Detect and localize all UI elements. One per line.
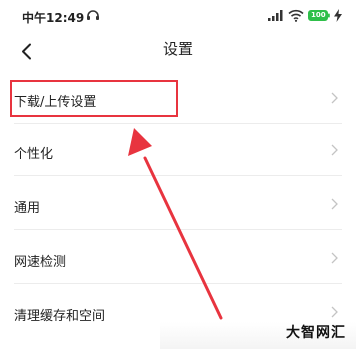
settings-item-label: 下载/上传设置 xyxy=(14,95,97,110)
settings-item-label: 网速检测 xyxy=(14,255,67,270)
divider xyxy=(14,175,342,176)
chevron-right-icon xyxy=(331,198,338,210)
watermark: 大智网汇 xyxy=(286,325,346,341)
settings-item-personalization[interactable]: 个性化 xyxy=(0,126,356,176)
settings-item-download-upload[interactable]: 下载/上传设置 xyxy=(0,74,356,124)
battery-level: 100 xyxy=(311,11,326,19)
divider xyxy=(14,229,342,230)
divider xyxy=(14,283,342,284)
divider xyxy=(14,123,342,124)
page-title: 设置 xyxy=(162,40,193,58)
status-bar: 中午12:49 100 xyxy=(0,0,356,30)
settings-item-label: 清理缓存和空间 xyxy=(14,309,106,324)
wifi-icon xyxy=(288,9,304,22)
settings-item-label: 个性化 xyxy=(14,147,54,162)
headphones-icon xyxy=(87,10,99,20)
chevron-right-icon xyxy=(331,144,338,156)
charge-icon xyxy=(334,9,342,22)
chevron-right-icon xyxy=(331,92,338,104)
status-time: 中午12:49 xyxy=(22,11,85,25)
settings-item-speed-test[interactable]: 网速检测 xyxy=(0,234,356,284)
chevron-right-icon xyxy=(331,306,338,318)
signal-icon xyxy=(268,10,283,21)
chevron-right-icon xyxy=(331,252,338,264)
settings-item-general[interactable]: 通用 xyxy=(0,180,356,230)
settings-item-label: 通用 xyxy=(14,201,41,216)
